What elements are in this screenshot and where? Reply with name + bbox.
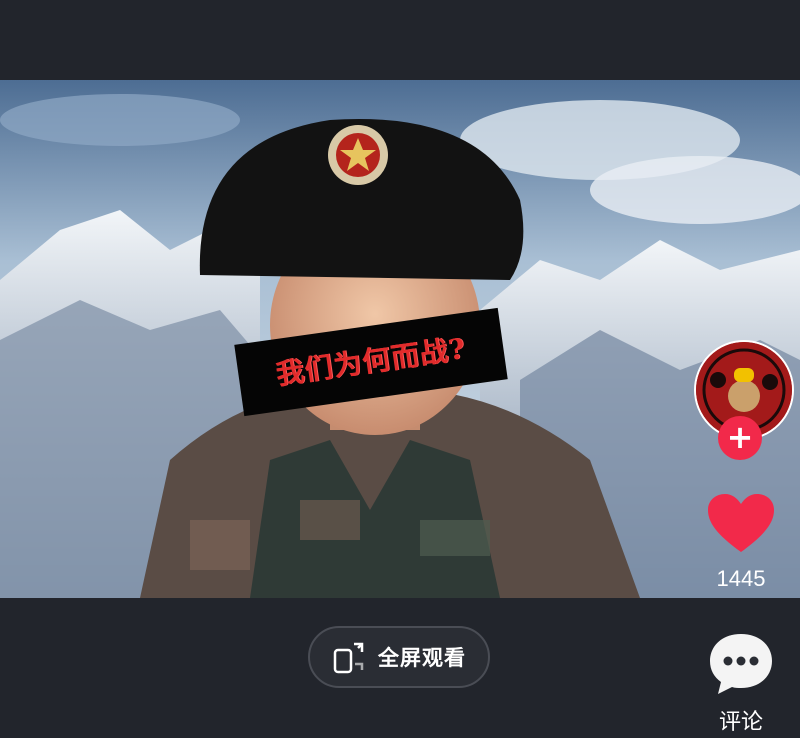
plus-icon: + — [726, 418, 754, 456]
like-count: 1445 — [716, 566, 766, 591]
video-app: 我们为何而战? + 1445 全屏观看 评论 — [0, 0, 800, 738]
fullscreen-button[interactable]: 全屏观看 — [308, 626, 490, 688]
fullscreen-label: 全屏观看 — [378, 646, 466, 670]
heart-icon — [708, 494, 774, 552]
video-player[interactable]: 我们为何而战? — [0, 80, 800, 598]
comment-button[interactable] — [706, 630, 776, 698]
follow-plus-button[interactable]: + — [718, 416, 762, 460]
like-button[interactable] — [706, 492, 776, 556]
fullscreen-icon — [333, 642, 364, 674]
comment-icon — [710, 634, 772, 694]
comment-label: 评论 — [718, 710, 763, 735]
